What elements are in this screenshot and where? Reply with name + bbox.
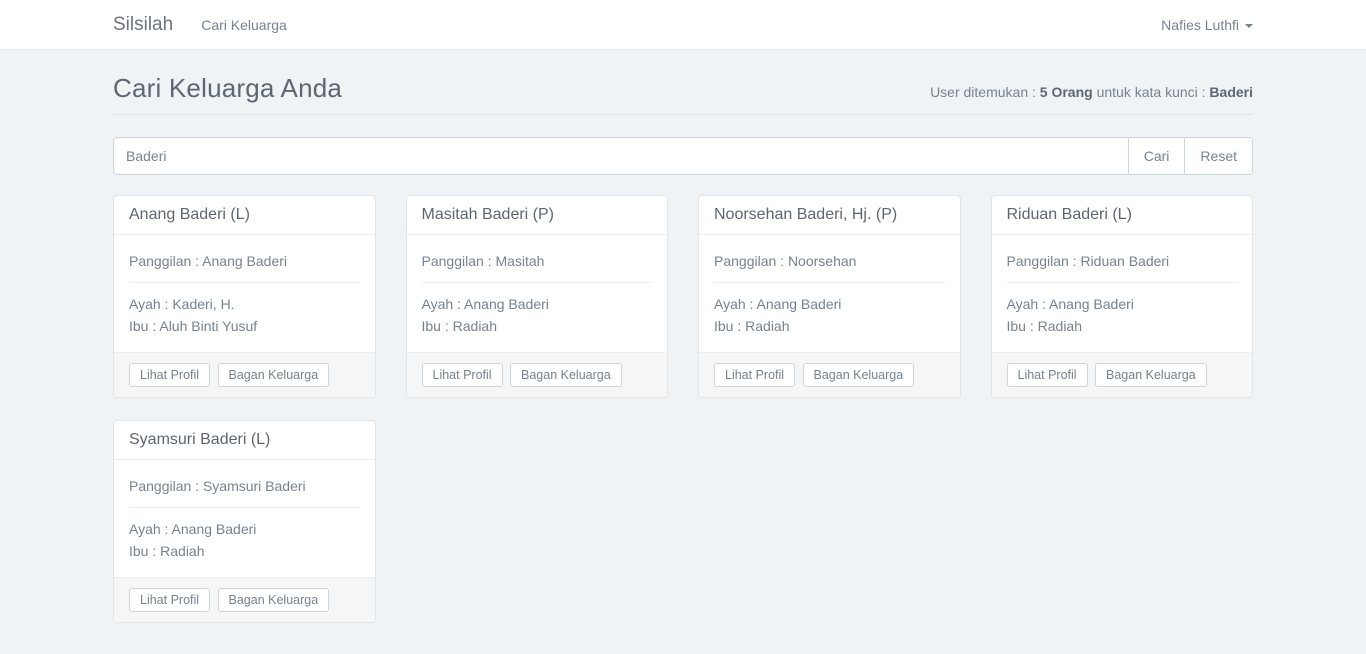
search-input[interactable] (113, 137, 1129, 175)
person-father: Ayah : Anang Baderi (714, 293, 945, 315)
person-nickname: Panggilan : Noorsehan (714, 250, 945, 272)
person-card: Syamsuri Baderi (L) Panggilan : Syamsuri… (113, 420, 376, 623)
person-name: Masitah Baderi (P) (422, 206, 653, 224)
search-form: Cari Reset (113, 137, 1253, 175)
family-chart-button[interactable]: Bagan Keluarga (218, 363, 330, 387)
person-card: Riduan Baderi (L) Panggilan : Riduan Bad… (991, 195, 1254, 398)
person-nickname: Panggilan : Anang Baderi (129, 250, 360, 272)
search-button[interactable]: Cari (1128, 137, 1186, 175)
page-title: Cari Keluarga Anda (113, 73, 342, 104)
person-name: Syamsuri Baderi (L) (129, 431, 360, 449)
view-profile-button[interactable]: Lihat Profil (1007, 363, 1088, 387)
person-mother: Ibu : Radiah (422, 315, 653, 337)
divider (422, 282, 653, 283)
divider (129, 282, 360, 283)
view-profile-button[interactable]: Lihat Profil (129, 363, 210, 387)
brand-link[interactable]: Silsilah (113, 14, 173, 36)
summary-prefix: User ditemukan : (930, 84, 1040, 100)
person-father: Ayah : Kaderi, H. (129, 293, 360, 315)
family-chart-button[interactable]: Bagan Keluarga (1095, 363, 1207, 387)
person-name: Riduan Baderi (L) (1007, 206, 1238, 224)
divider (1007, 282, 1238, 283)
person-nickname: Panggilan : Riduan Baderi (1007, 250, 1238, 272)
person-mother: Ibu : Radiah (129, 540, 360, 562)
divider (129, 507, 360, 508)
person-mother: Ibu : Radiah (1007, 315, 1238, 337)
summary-keyword: Baderi (1209, 84, 1253, 100)
view-profile-button[interactable]: Lihat Profil (129, 588, 210, 612)
person-father: Ayah : Anang Baderi (129, 518, 360, 540)
nav-item-cari-keluarga[interactable]: Cari Keluarga (201, 2, 287, 48)
summary-count: 5 Orang (1040, 84, 1093, 100)
divider (714, 282, 945, 283)
user-menu-toggle[interactable]: Nafies Luthfi (1161, 17, 1253, 33)
navbar: Silsilah Cari Keluarga Nafies Luthfi (0, 0, 1366, 50)
results-grid: Anang Baderi (L) Panggilan : Anang Bader… (98, 195, 1268, 645)
person-nickname: Panggilan : Syamsuri Baderi (129, 475, 360, 497)
family-chart-button[interactable]: Bagan Keluarga (803, 363, 915, 387)
page-header: Cari Keluarga Anda User ditemukan : 5 Or… (113, 73, 1253, 115)
reset-button[interactable]: Reset (1184, 137, 1253, 175)
summary-middle: untuk kata kunci : (1093, 84, 1210, 100)
family-chart-button[interactable]: Bagan Keluarga (510, 363, 622, 387)
family-chart-button[interactable]: Bagan Keluarga (218, 588, 330, 612)
person-father: Ayah : Anang Baderi (422, 293, 653, 315)
person-name: Noorsehan Baderi, Hj. (P) (714, 206, 945, 224)
view-profile-button[interactable]: Lihat Profil (422, 363, 503, 387)
person-card: Noorsehan Baderi, Hj. (P) Panggilan : No… (698, 195, 961, 398)
person-name: Anang Baderi (L) (129, 206, 360, 224)
person-father: Ayah : Anang Baderi (1007, 293, 1238, 315)
person-card: Masitah Baderi (P) Panggilan : Masitah A… (406, 195, 669, 398)
user-name: Nafies Luthfi (1161, 17, 1239, 33)
person-mother: Ibu : Radiah (714, 315, 945, 337)
person-mother: Ibu : Aluh Binti Yusuf (129, 315, 360, 337)
person-card: Anang Baderi (L) Panggilan : Anang Bader… (113, 195, 376, 398)
caret-down-icon (1245, 24, 1253, 28)
result-summary: User ditemukan : 5 Orang untuk kata kunc… (930, 84, 1253, 100)
view-profile-button[interactable]: Lihat Profil (714, 363, 795, 387)
person-nickname: Panggilan : Masitah (422, 250, 653, 272)
